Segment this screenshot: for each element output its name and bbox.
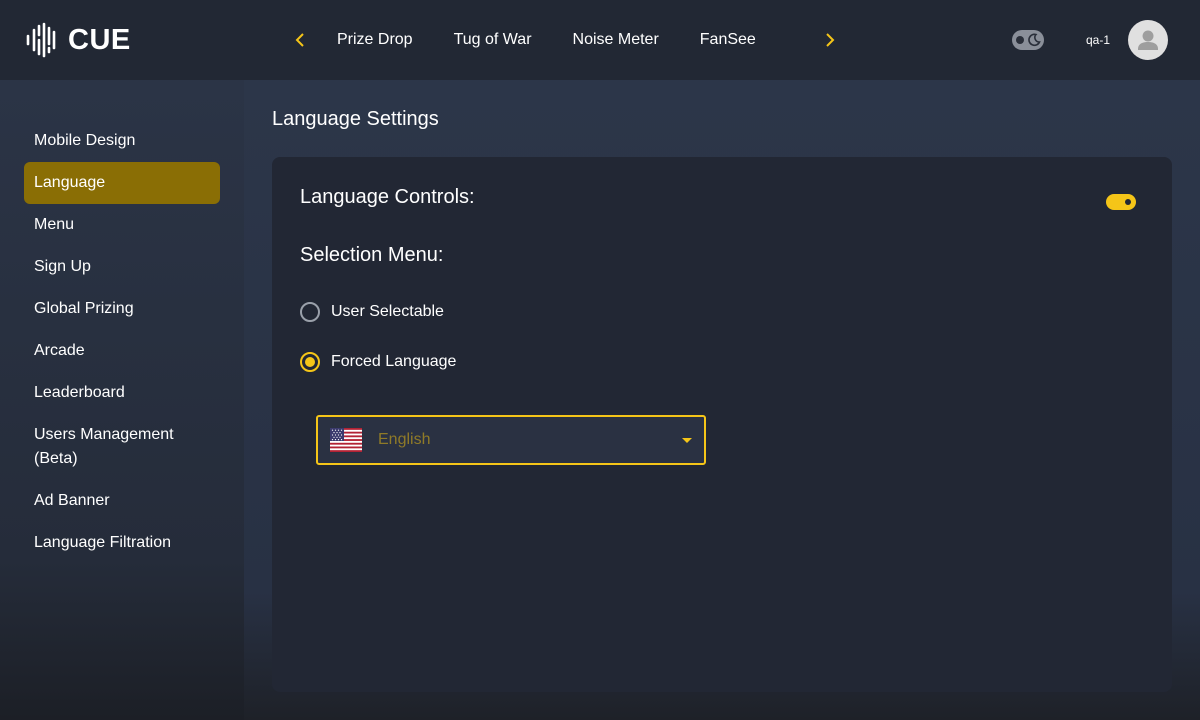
- option-user-selectable[interactable]: User Selectable: [300, 302, 444, 322]
- language-select[interactable]: English: [316, 415, 706, 465]
- user-avatar-icon[interactable]: [1128, 20, 1168, 60]
- sidebar-item-menu[interactable]: Menu: [24, 204, 220, 246]
- feature-tabs: Prize Drop Tug of War Noise Meter FanSee: [337, 0, 756, 80]
- top-bar: CUE Prize Drop Tug of War Noise Meter Fa…: [0, 0, 1200, 80]
- option-forced-language[interactable]: Forced Language: [300, 352, 456, 372]
- sidebar-item-sign-up[interactable]: Sign Up: [24, 246, 220, 288]
- sidebar-item-ad-banner[interactable]: Ad Banner: [24, 480, 220, 522]
- sidebar-item-leaderboard[interactable]: Leaderboard: [24, 372, 220, 414]
- page-title: Language Settings: [272, 108, 439, 130]
- main-content: Language Settings Language Controls: Sel…: [244, 80, 1200, 720]
- tab-prize-drop[interactable]: Prize Drop: [337, 31, 413, 49]
- sidebar-item-arcade[interactable]: Arcade: [24, 330, 220, 372]
- option-label: Forced Language: [331, 353, 457, 370]
- sidebar-item-language-filtration[interactable]: Language Filtration: [24, 522, 220, 564]
- person-icon: [1138, 30, 1158, 50]
- chevron-left-icon: [295, 33, 304, 47]
- logo-text: CUE: [68, 23, 131, 56]
- next-tabs-button[interactable]: [816, 26, 844, 54]
- toggle-knob: [1016, 36, 1024, 44]
- cue-soundwave-logo-icon: [26, 22, 56, 58]
- sidebar-menu: Mobile Design Language Menu Sign Up Glob…: [24, 120, 220, 564]
- language-settings-card: Language Controls: Selection Menu: User …: [272, 157, 1172, 692]
- sidebar-item-global-prizing[interactable]: Global Prizing: [24, 288, 220, 330]
- selection-menu-label: Selection Menu:: [300, 244, 444, 266]
- language-controls-toggle[interactable]: [1106, 194, 1136, 210]
- app-logo[interactable]: CUE: [24, 22, 131, 58]
- sidebar-item-users-management[interactable]: Users Management (Beta): [24, 414, 220, 480]
- theme-toggle[interactable]: [1012, 30, 1044, 50]
- tab-fansee[interactable]: FanSee: [700, 31, 756, 49]
- chevron-right-icon: [826, 33, 835, 47]
- caret-down-icon: [682, 438, 692, 443]
- tab-noise-meter[interactable]: Noise Meter: [573, 31, 659, 49]
- settings-sidebar: Mobile Design Language Menu Sign Up Glob…: [0, 80, 244, 720]
- radio-button-checked[interactable]: [300, 352, 320, 372]
- tab-tug-of-war[interactable]: Tug of War: [454, 31, 532, 49]
- username: qa-1: [1086, 33, 1111, 47]
- sidebar-item-language[interactable]: Language: [24, 162, 220, 204]
- prev-tabs-button[interactable]: [286, 26, 314, 54]
- moon-icon: [1028, 33, 1041, 47]
- language-controls-label: Language Controls:: [300, 186, 475, 208]
- toggle-knob: [1125, 199, 1131, 205]
- radio-button-unchecked[interactable]: [300, 302, 320, 322]
- us-flag-icon: [330, 428, 362, 452]
- option-label: User Selectable: [331, 303, 444, 320]
- sidebar-item-mobile-design[interactable]: Mobile Design: [24, 120, 220, 162]
- selected-language: English: [378, 431, 431, 448]
